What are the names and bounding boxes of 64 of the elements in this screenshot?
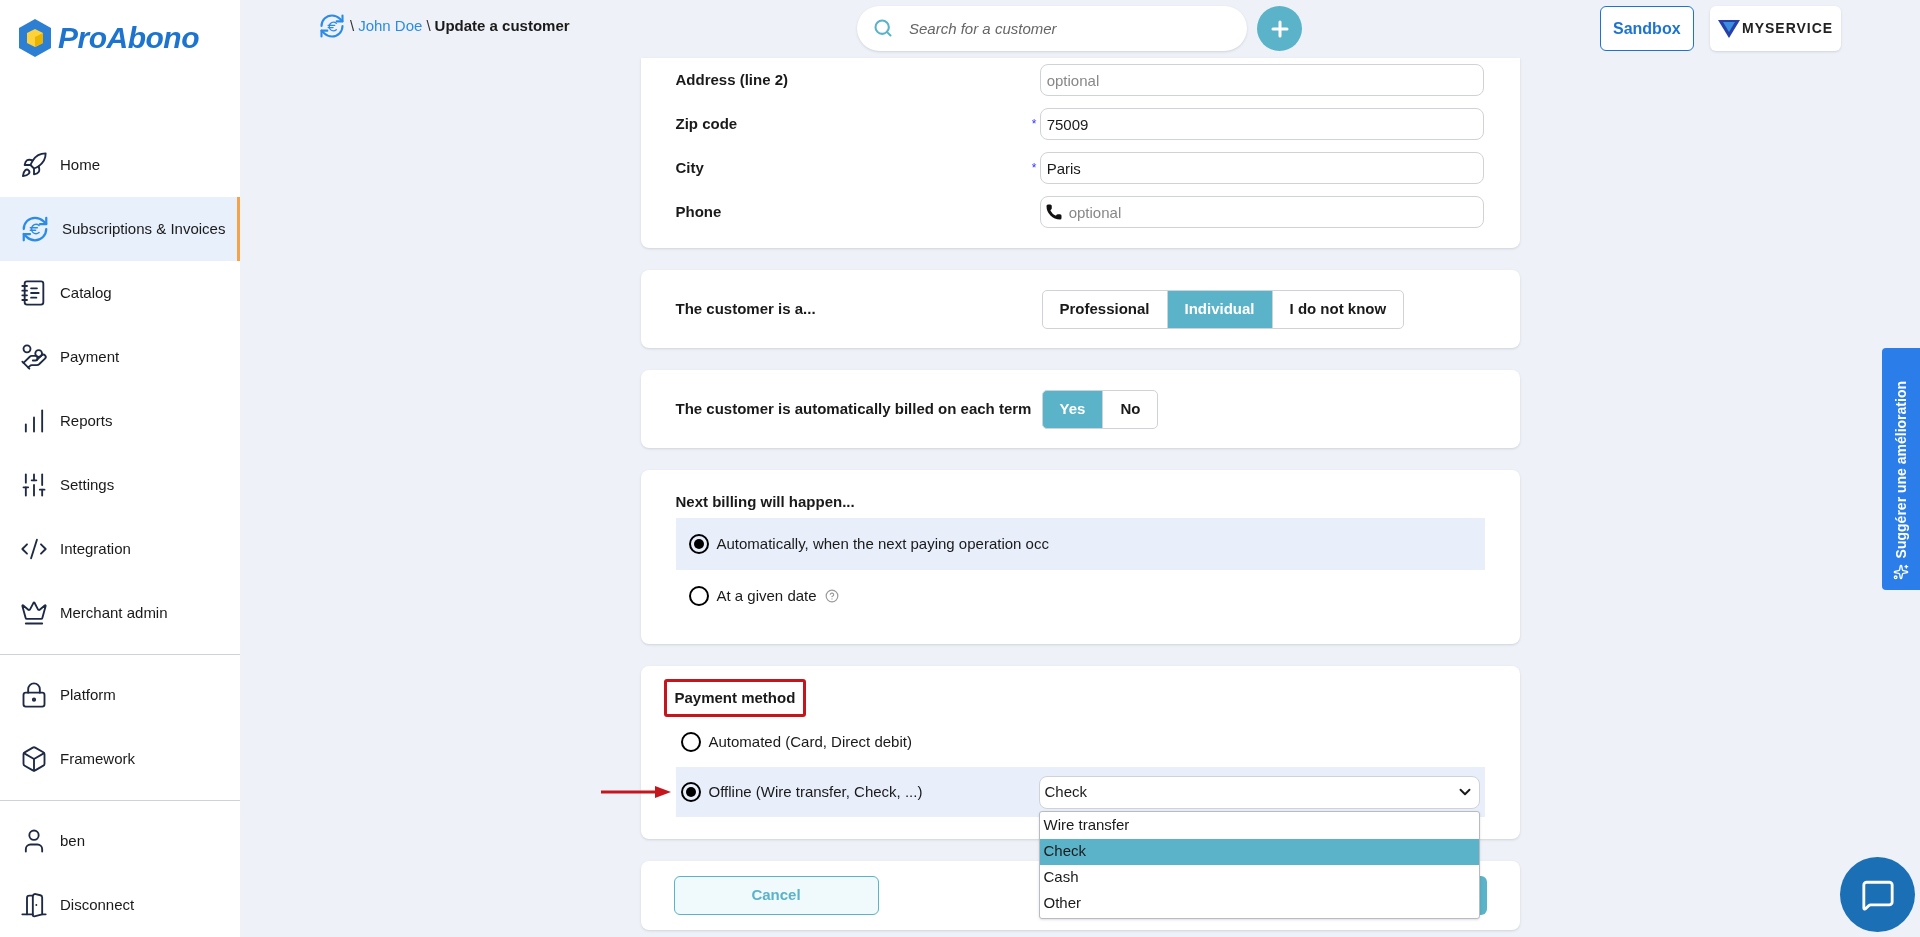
section-title: Payment method — [663, 679, 807, 717]
text-field[interactable]: 75009 — [1039, 108, 1485, 140]
search-field[interactable]: Search for a customer — [857, 6, 1247, 51]
text-field[interactable]: optional — [1039, 64, 1485, 96]
logo-text: ProAbono — [58, 20, 199, 56]
hexagon-logo-icon — [18, 18, 52, 58]
breadcrumb-separator: \ — [350, 15, 355, 36]
rocket-icon — [20, 151, 48, 179]
help-icon[interactable] — [824, 589, 839, 603]
field-label: The customer is automatically billed on each term — [675, 398, 1033, 419]
crown-icon — [20, 599, 48, 627]
sandbox-button[interactable]: Sandbox — [1600, 6, 1694, 51]
search-icon — [873, 18, 893, 38]
required-mark: * — [1031, 117, 1037, 131]
text-field[interactable]: Paris — [1039, 152, 1485, 184]
sidebar-item[interactable]: Platform — [0, 663, 240, 727]
sparkles-icon — [1893, 564, 1909, 580]
sidebar-item[interactable]: Reports — [0, 389, 240, 453]
segment-option[interactable]: I do not know — [1271, 289, 1405, 329]
sidebar-item[interactable]: Payment — [0, 325, 240, 389]
field-label: Zip code — [675, 113, 739, 134]
sidebar-item[interactable]: Disconnect — [0, 873, 240, 937]
sidebar-item[interactable]: Subscriptions & Invoices — [0, 197, 240, 261]
phone-icon — [1044, 203, 1063, 221]
radio-option[interactable]: Automatically, when the next paying operation occ — [675, 518, 1485, 570]
hand-coins-icon — [20, 343, 48, 371]
breadcrumb-current: Update a customer — [434, 15, 570, 36]
segment-option[interactable]: No — [1102, 389, 1159, 429]
radio-button[interactable] — [680, 782, 701, 802]
dropdown-option[interactable]: Check — [1039, 838, 1479, 865]
sidebar-item[interactable]: Catalog — [0, 261, 240, 325]
sidebar-item[interactable]: Framework — [0, 727, 240, 791]
euro-cycle-icon — [318, 12, 346, 40]
breadcrumb-separator: \ — [426, 15, 431, 36]
section-title: Next billing will happen... — [675, 492, 856, 512]
sidebar-item[interactable]: ben — [0, 809, 240, 873]
dropdown-option[interactable]: Wire transfer — [1039, 812, 1479, 839]
sidebar-item[interactable]: Merchant admin — [0, 581, 240, 645]
radio-button[interactable] — [680, 732, 701, 752]
lock-icon — [20, 681, 48, 709]
radio-button[interactable] — [688, 534, 709, 554]
segment-option[interactable]: Professional — [1041, 289, 1168, 329]
field-label: Phone — [675, 201, 723, 222]
required-mark: * — [1031, 161, 1037, 175]
radio-option[interactable]: Automated (Card, Direct debit) — [680, 730, 1042, 754]
sliders-icon — [20, 471, 48, 499]
cube-icon — [20, 745, 48, 773]
sidebar-item[interactable]: Home — [0, 133, 240, 197]
field-label: The customer is a... — [675, 298, 817, 319]
select-field[interactable]: Check — [1038, 775, 1480, 809]
radio-button[interactable] — [688, 586, 709, 606]
phone-field[interactable]: optional — [1039, 196, 1485, 228]
field-label: Address (line 2) — [675, 69, 790, 90]
field-label: City — [675, 157, 705, 178]
sidebar-item[interactable]: Settings — [0, 453, 240, 517]
euro-cycle-icon — [20, 214, 50, 244]
door-icon — [20, 891, 48, 919]
sidebar-item[interactable]: Integration — [0, 517, 240, 581]
dropdown-option[interactable]: Other — [1039, 890, 1479, 917]
radio-option[interactable]: Offline (Wire transfer, Check, ...) — [680, 780, 1039, 804]
radio-option[interactable]: At a given date — [675, 570, 1485, 622]
dropdown-option[interactable]: Cash — [1039, 864, 1479, 891]
account-logo[interactable]: MYSERVICE — [1710, 6, 1842, 51]
feedback-tab[interactable]: Suggérer une amélioration — [1882, 348, 1920, 590]
